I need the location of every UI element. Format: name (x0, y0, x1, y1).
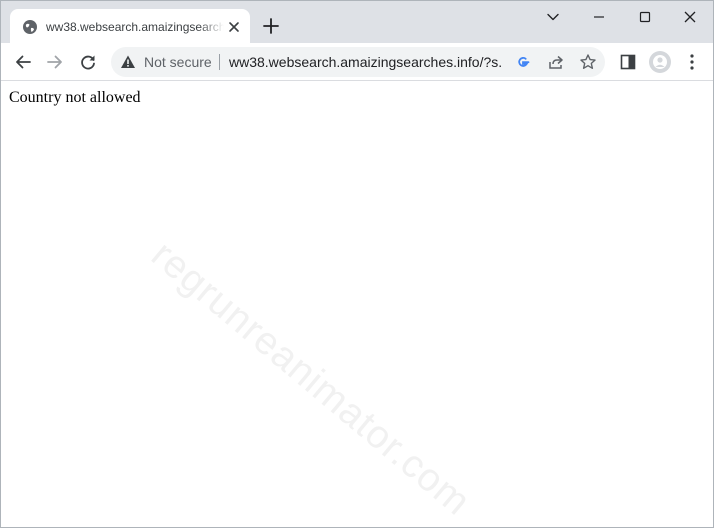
omnibox-divider (219, 54, 220, 70)
warning-icon[interactable] (120, 54, 136, 70)
close-icon[interactable] (226, 19, 242, 35)
watermark-text: regrunreanimator.com (143, 233, 479, 525)
minimize-icon[interactable] (588, 6, 610, 28)
side-panel-icon[interactable] (617, 51, 639, 73)
page-message: Country not allowed (9, 89, 141, 106)
star-icon[interactable] (579, 53, 597, 71)
active-tab[interactable]: ww38.websearch.amaizingsearches.info (10, 9, 250, 43)
profile-avatar-icon[interactable] (648, 50, 672, 74)
reload-icon[interactable] (77, 51, 99, 73)
forward-arrow-icon[interactable] (44, 51, 66, 73)
tab-search-chevron-down-icon[interactable] (542, 6, 564, 28)
browser-toolbar: Not secure ww38.websearch.amaizingsearch… (1, 43, 713, 81)
kebab-menu-icon[interactable] (681, 51, 703, 73)
maximize-icon[interactable] (634, 6, 656, 28)
tab-strip: ww38.websearch.amaizingsearches.info (1, 1, 713, 43)
security-status-label[interactable]: Not secure (144, 54, 212, 70)
google-icon[interactable] (514, 53, 532, 71)
url-text[interactable]: ww38.websearch.amaizingsearches.info/?s.… (229, 54, 501, 70)
browser-window: ww38.websearch.amaizingsearches.info (0, 0, 714, 528)
page-content: Country not allowed regrunreanimator.com (1, 81, 713, 527)
back-arrow-icon[interactable] (12, 51, 34, 73)
tab-title: ww38.websearch.amaizingsearches.info (46, 20, 224, 34)
window-close-icon[interactable] (679, 6, 701, 28)
address-bar[interactable]: Not secure ww38.websearch.amaizingsearch… (111, 47, 605, 77)
globe-icon (23, 20, 37, 34)
new-tab-button[interactable] (261, 16, 281, 36)
share-icon[interactable] (547, 53, 565, 71)
